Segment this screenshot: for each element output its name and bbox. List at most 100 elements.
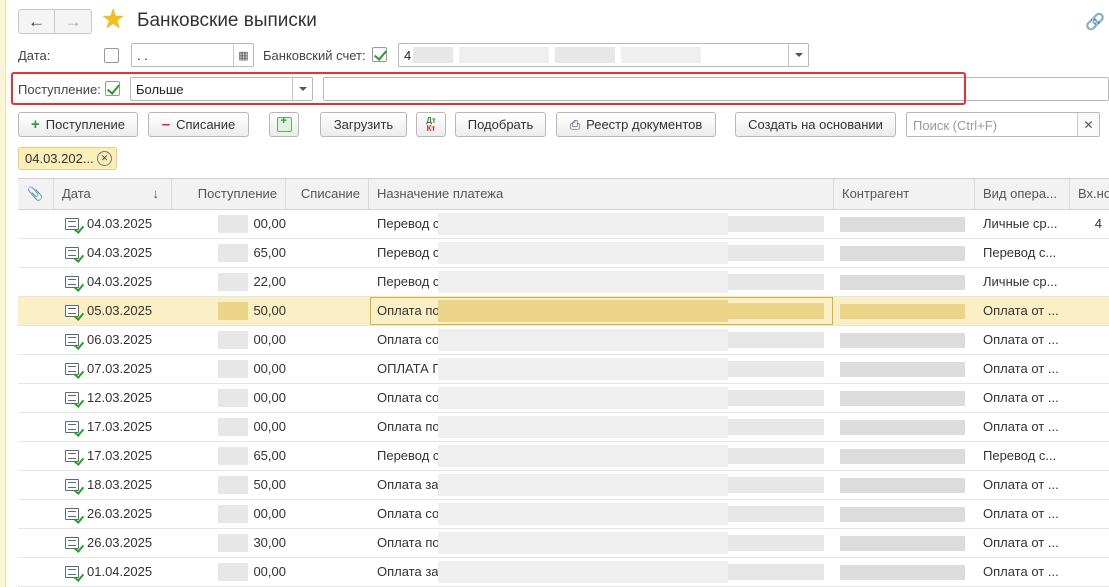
row-purpose: Перевод с <box>377 448 440 463</box>
row-date: 01.04.2025 <box>87 564 153 579</box>
row-operation: Оплата от ... <box>983 332 1059 347</box>
row-operation: Оплата от ... <box>983 477 1059 492</box>
row-date: 04.03.2025 <box>87 245 153 260</box>
column-header-income[interactable]: Поступление <box>172 179 286 209</box>
column-header-incoming-number[interactable]: Вх.но <box>1070 179 1109 209</box>
row-operation: Личные ср... <box>983 216 1058 231</box>
table-row[interactable]: 04.03.2025 22,00 Перевод с Личные ср... <box>18 268 1109 297</box>
posted-document-icon <box>65 247 79 259</box>
bank-account-checkbox[interactable] <box>372 47 387 62</box>
row-incoming-number <box>1070 471 1109 499</box>
redacted-block <box>840 536 965 551</box>
row-income: 00,00 <box>253 419 286 434</box>
table-row[interactable]: 05.03.2025 50,00 Оплата по Оплата от ... <box>18 297 1109 326</box>
table-body: 04.03.2025 00,00 Перевод с Личные ср... 4 04.… <box>18 210 1109 587</box>
column-header-counterparty[interactable]: Контрагент <box>834 179 975 209</box>
create-based-on-button[interactable]: Создать на основании <box>735 112 896 137</box>
dt-kt-button[interactable]: Дт Кт <box>416 112 446 137</box>
row-purpose: Перевод с <box>377 216 440 231</box>
posted-document-icon <box>65 421 79 433</box>
table-row[interactable]: 12.03.2025 00,00 Оплата со Оплата от ... <box>18 384 1109 413</box>
search-placeholder: Поиск (Ctrl+F) <box>913 118 998 133</box>
redacted-block <box>438 532 728 554</box>
load-button[interactable]: Загрузить <box>320 112 407 137</box>
printer-icon: ⎙ <box>569 116 581 132</box>
redacted-block <box>728 274 824 290</box>
filter-chip[interactable]: 04.03.202... ✕ <box>18 147 117 170</box>
column-header-purpose[interactable]: Назначение платежа <box>369 179 834 209</box>
posted-document-icon <box>65 305 79 317</box>
table-row[interactable]: 26.03.2025 30,00 Оплата по Оплата от ... <box>18 529 1109 558</box>
redacted-block <box>840 362 965 377</box>
table-row[interactable]: 04.03.2025 65,00 Перевод с Перевод с... <box>18 239 1109 268</box>
row-purpose: Оплата со <box>377 390 440 405</box>
match-button[interactable]: Подобрать <box>455 112 546 137</box>
row-income: 30,00 <box>253 535 286 550</box>
redacted-block <box>728 535 824 551</box>
table-row[interactable]: 18.03.2025 50,00 Оплата за Оплата от ... <box>18 471 1109 500</box>
favorite-star-icon[interactable]: ★ <box>101 6 125 33</box>
attachment-column-header[interactable]: 📎 <box>18 179 54 209</box>
search-input[interactable]: Поиск (Ctrl+F) ✕ <box>906 112 1100 137</box>
redacted-block <box>438 561 728 583</box>
date-checkbox[interactable] <box>104 48 119 63</box>
table-row[interactable]: 04.03.2025 00,00 Перевод с Личные ср... 4 <box>18 210 1109 239</box>
row-incoming-number <box>1070 500 1109 528</box>
forward-button[interactable]: → <box>55 10 91 33</box>
row-operation: Оплата от ... <box>983 535 1059 550</box>
row-incoming-number <box>1070 384 1109 412</box>
calendar-icon[interactable]: ▦ <box>233 44 253 66</box>
row-purpose: ОПЛАТА П <box>377 361 440 376</box>
table-row[interactable]: 17.03.2025 65,00 Перевод с Перевод с... <box>18 442 1109 471</box>
column-header-operation[interactable]: Вид опера... <box>975 179 1070 209</box>
redacted-block <box>840 507 965 522</box>
row-date: 26.03.2025 <box>87 506 153 521</box>
link-icon[interactable]: 🔗 <box>1085 12 1105 32</box>
row-incoming-number: 4 <box>1094 216 1102 231</box>
close-icon[interactable]: ✕ <box>1077 113 1099 136</box>
row-operation: Оплата от ... <box>983 303 1059 318</box>
table-row[interactable]: 07.03.2025 00,00 ОПЛАТА П Оплата от ... <box>18 355 1109 384</box>
table-row[interactable]: 01.04.2025 00,00 Оплата за Оплата от ... <box>18 558 1109 587</box>
column-header-date[interactable]: Дата ↓ <box>54 179 172 209</box>
redacted-block <box>413 47 453 63</box>
bank-account-field[interactable]: 4 <box>398 43 809 67</box>
row-income: 00,00 <box>253 216 286 231</box>
date-label: Дата: <box>18 48 51 63</box>
highlight-frame <box>11 72 966 105</box>
row-income: 00,00 <box>253 332 286 347</box>
column-header-expense[interactable]: Списание <box>286 179 369 209</box>
row-purpose: Оплата по <box>377 419 440 434</box>
close-icon[interactable]: ✕ <box>97 151 112 166</box>
table-row[interactable]: 17.03.2025 00,00 Оплата по Оплата от ... <box>18 413 1109 442</box>
redacted-block <box>728 216 824 232</box>
add-income-button[interactable]: + Поступление <box>18 112 138 137</box>
row-incoming-number <box>1070 355 1109 383</box>
row-operation: Перевод с... <box>983 245 1057 260</box>
filter-chip-label: 04.03.202... <box>25 151 94 166</box>
posted-document-icon <box>65 479 79 491</box>
date-field[interactable]: . . ▦ <box>131 43 254 67</box>
posted-document-icon <box>65 276 79 288</box>
redacted-block <box>438 242 728 264</box>
table-row[interactable]: 26.03.2025 00,00 Оплата со Оплата от ... <box>18 500 1109 529</box>
row-operation: Оплата от ... <box>983 506 1059 521</box>
redacted-block <box>840 275 965 290</box>
back-button[interactable]: ← <box>19 10 55 33</box>
add-expense-button[interactable]: – Списание <box>148 112 249 137</box>
row-date: 12.03.2025 <box>87 390 153 405</box>
left-panel-stripe <box>0 0 6 587</box>
document-registry-button[interactable]: ⎙ Реестр документов <box>556 112 716 137</box>
redacted-block <box>621 47 701 63</box>
redacted-block <box>840 420 965 435</box>
row-purpose: Оплата за <box>377 564 439 579</box>
chevron-down-icon[interactable] <box>788 44 808 66</box>
table-row[interactable]: 06.03.2025 00,00 Оплата со Оплата от ... <box>18 326 1109 355</box>
redacted-block <box>840 478 965 493</box>
row-operation: Оплата от ... <box>983 419 1059 434</box>
row-income: 65,00 <box>253 448 286 463</box>
row-income: 00,00 <box>253 361 286 376</box>
redacted-block <box>438 387 728 409</box>
redacted-block <box>840 391 965 406</box>
copy-document-button[interactable]: + <box>269 112 299 137</box>
